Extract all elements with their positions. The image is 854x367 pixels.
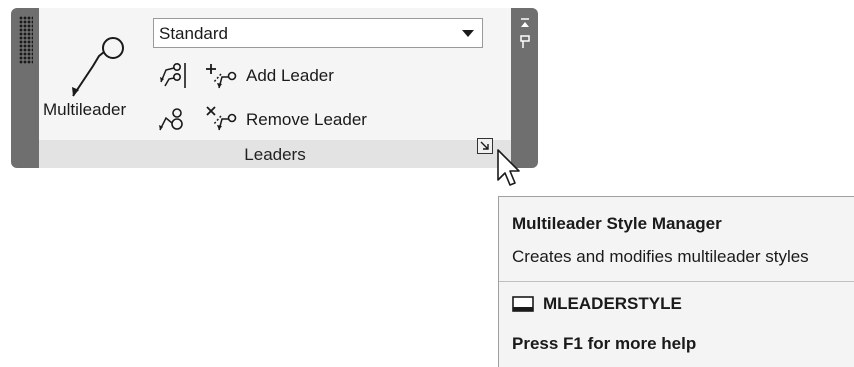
mouse-pointer-icon [497, 149, 520, 186]
multileader-icon [72, 37, 124, 97]
add-leader-icon [206, 64, 237, 89]
leaders-panel: Multileader Standard Add Leader Remove L… [11, 8, 538, 168]
panel-content: Multileader Standard Add Leader Remove L… [39, 8, 511, 168]
multileader-button[interactable]: Multileader [39, 12, 154, 138]
multileader-style-dropdown[interactable]: Standard [153, 18, 483, 48]
pin-panel-icon[interactable] [519, 18, 531, 50]
add-leader-button[interactable]: Add Leader [205, 62, 417, 90]
panel-title: Leaders [244, 145, 306, 164]
multileader-label: Multileader [43, 100, 127, 119]
tooltip-divider [499, 281, 854, 282]
remove-leader-icon [206, 106, 237, 131]
tooltip-help: Press F1 for more help [512, 334, 697, 353]
command-line-icon [512, 296, 534, 312]
panel-grip-handle[interactable] [11, 8, 39, 168]
remove-leader-label: Remove Leader [246, 110, 367, 129]
panel-title-bar[interactable]: Leaders [39, 140, 511, 168]
grip-dots-icon [19, 16, 33, 64]
dropdown-value: Standard [159, 24, 228, 43]
launcher-arrow-icon [480, 141, 489, 150]
remove-leader-button[interactable]: Remove Leader [205, 104, 435, 134]
panel-right-bar [511, 8, 538, 168]
align-leaders-icon[interactable] [157, 62, 189, 90]
chevron-down-icon [462, 30, 474, 37]
tooltip-description: Creates and modifies multileader styles [512, 247, 809, 266]
dialog-launcher-icon[interactable] [477, 138, 493, 154]
tooltip: Multileader Style Manager Creates and mo… [498, 196, 854, 367]
add-leader-label: Add Leader [246, 66, 334, 85]
tooltip-title: Multileader Style Manager [512, 214, 722, 233]
tooltip-command: MLEADERSTYLE [543, 294, 682, 313]
collect-leaders-icon[interactable] [157, 104, 189, 134]
